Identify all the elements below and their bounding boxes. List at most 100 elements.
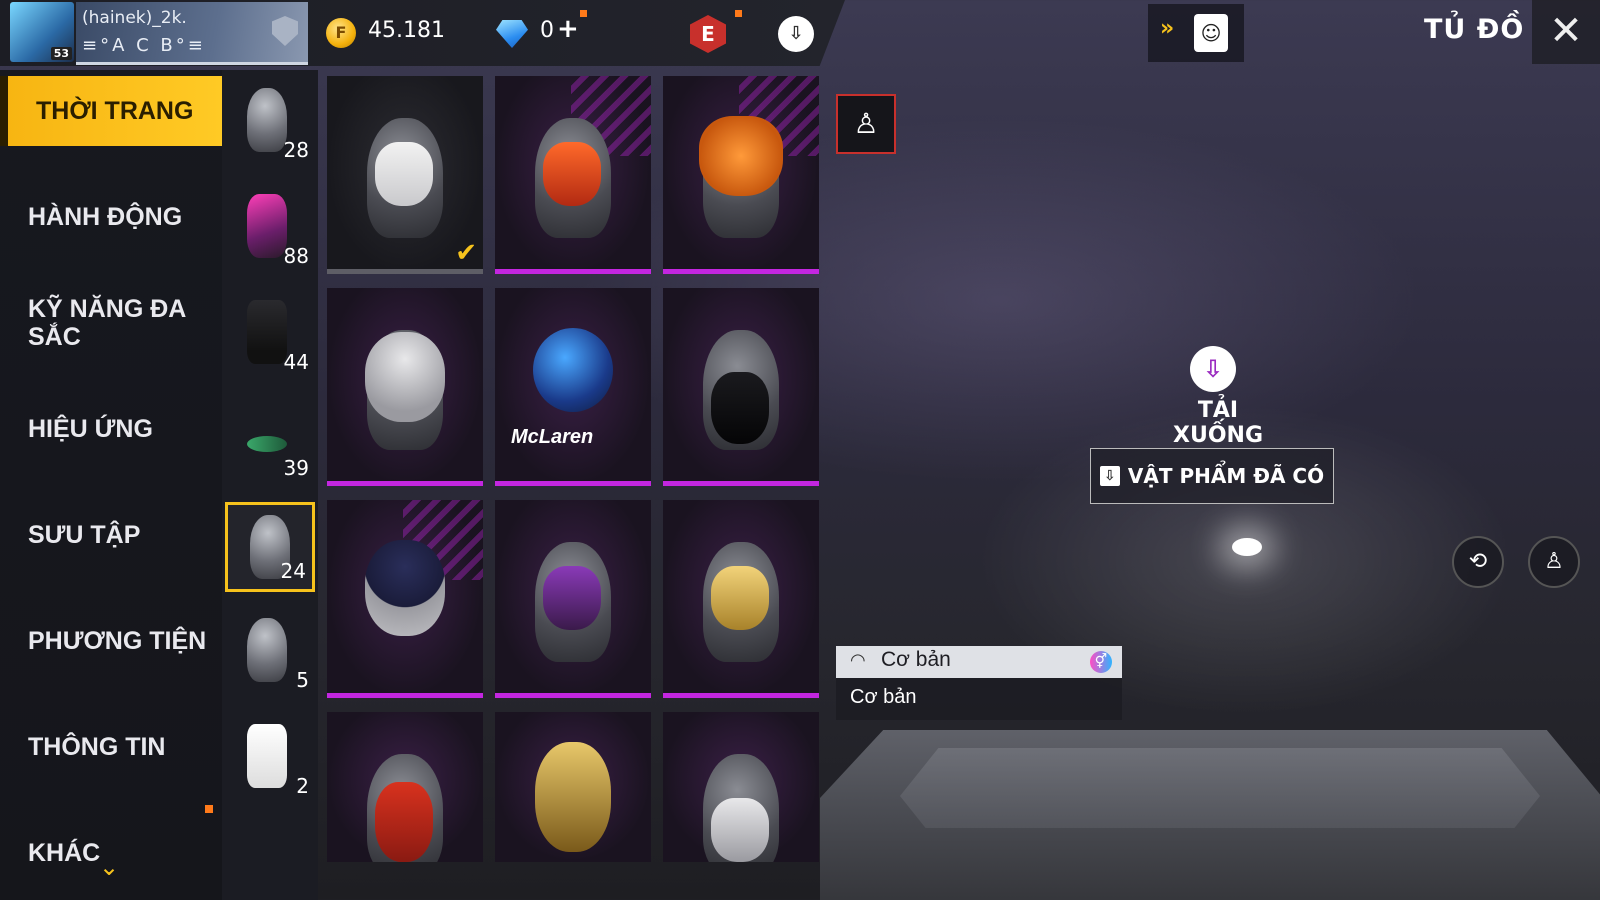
subcategory-top[interactable]: 88 xyxy=(225,184,315,274)
item-card[interactable]: ✔ xyxy=(327,76,483,274)
gender-icon: ⚥ xyxy=(1090,651,1112,673)
category-thoi-trang[interactable]: THỜI TRANG xyxy=(0,76,222,146)
teeth-mask-icon xyxy=(711,372,769,444)
character-view-icon[interactable]: ♙ xyxy=(1528,536,1580,588)
item-card[interactable] xyxy=(327,712,483,862)
diamond-balance: 0 xyxy=(540,18,554,43)
category-ky-nang-da-sac[interactable]: KỸ NĂNG ĐA SẮC xyxy=(0,288,222,358)
brand-logo: McLaren xyxy=(511,426,594,448)
download-box-icon: ⇩ xyxy=(1099,466,1120,486)
item-card[interactable] xyxy=(495,712,651,862)
rarity-bar xyxy=(327,269,483,274)
mannequin-icon[interactable]: ♙ xyxy=(836,94,896,154)
head-thumb-icon xyxy=(247,618,287,682)
luchador-mask-icon xyxy=(535,742,611,852)
rarity-bar xyxy=(663,693,819,698)
demon-mask-icon xyxy=(543,566,601,630)
item-card[interactable] xyxy=(663,76,819,274)
diamond-notification-dot xyxy=(580,10,587,17)
category-label: THỜI TRANG xyxy=(36,97,194,125)
rarity-bar xyxy=(663,269,819,274)
owned-items-label: VẬT PHẨM ĐÃ CÓ xyxy=(1127,464,1325,488)
player-level: 53 xyxy=(50,47,72,60)
category-label: PHƯƠNG TIỆN xyxy=(28,627,207,655)
subcategory-pants[interactable]: 44 xyxy=(225,290,315,380)
category-label: THÔNG TIN xyxy=(28,733,166,761)
category-label: KHÁC xyxy=(28,839,101,867)
category-suu-tap[interactable]: SƯU TẬP xyxy=(0,500,222,570)
player-namecard[interactable]: (hainek)_2k. ≡°A C B°≡ xyxy=(76,2,308,65)
subcategory-head[interactable]: 5 xyxy=(225,608,315,698)
rarity-bar xyxy=(495,269,651,274)
subcategory-count: 24 xyxy=(280,559,306,583)
subcategory-shoes[interactable]: 39 xyxy=(225,396,315,486)
subcategory-outfit[interactable]: 2 xyxy=(225,714,315,804)
equipped-check-icon: ✔ xyxy=(455,238,477,268)
category-hieu-ung[interactable]: HIỆU ỨNG xyxy=(0,394,222,464)
item-card[interactable] xyxy=(663,500,819,698)
category-label: HÀNH ĐỘNG xyxy=(28,203,183,231)
rotate-phone-icon[interactable]: ⟲ xyxy=(1452,536,1504,588)
mask-thumb-icon xyxy=(247,88,287,152)
red-bandana-icon xyxy=(375,782,433,862)
subcategory-count: 44 xyxy=(283,350,309,374)
background-light xyxy=(1232,538,1262,556)
chevron-down-icon[interactable]: ⌄ xyxy=(99,853,119,881)
item-description: Cơ bản xyxy=(850,686,917,708)
subcategory-count: 88 xyxy=(283,244,309,268)
owned-items-button[interactable]: ⇩ VẬT PHẨM ĐÃ CÓ xyxy=(1090,448,1334,504)
rarity-bar xyxy=(495,481,651,486)
pants-thumb-icon xyxy=(247,300,287,364)
category-thong-tin[interactable]: THÔNG TIN xyxy=(0,712,222,782)
item-info-header: ◠ Cơ bản ⚥ xyxy=(836,646,1122,678)
category-hanh-dong[interactable]: HÀNH ĐỘNG xyxy=(0,182,222,252)
category-phuong-tien[interactable]: PHƯƠNG TIỆN xyxy=(0,606,222,676)
double-chevron-icon[interactable]: » xyxy=(1160,16,1174,41)
subcategory-count: 5 xyxy=(296,668,309,692)
add-diamond-button[interactable]: + xyxy=(557,14,579,44)
rarity-bar xyxy=(327,481,483,486)
rank-shield-icon xyxy=(272,16,298,46)
subcategory-face[interactable]: 24 xyxy=(225,502,315,592)
coin-icon: F xyxy=(326,18,356,48)
category-label: SƯU TẬP xyxy=(28,521,141,549)
item-info-panel: ◠ Cơ bản ⚥ Cơ bản xyxy=(836,646,1122,720)
download-label[interactable]: TẢI XUỐNG xyxy=(1158,398,1278,448)
item-card[interactable] xyxy=(663,288,819,486)
item-card[interactable]: McLaren xyxy=(495,288,651,486)
page-title: TỦ ĐỒ xyxy=(1424,14,1525,45)
item-card[interactable] xyxy=(663,712,819,862)
profile-icon[interactable]: ☺ xyxy=(1194,14,1228,52)
player-name: (hainek)_2k. xyxy=(82,8,187,28)
category-notification-dot xyxy=(205,805,213,813)
player-tag: ≡°A C B°≡ xyxy=(82,35,206,56)
cloud-download-icon[interactable]: ⇩ xyxy=(1190,346,1236,392)
rarity-bar xyxy=(327,693,483,698)
display-stage-top xyxy=(900,748,1540,828)
gold-mask-icon xyxy=(711,566,769,630)
item-card[interactable] xyxy=(327,500,483,698)
cloud-download-icon[interactable]: ⇩ xyxy=(778,16,814,52)
mask-type-icon: ◠ xyxy=(850,650,866,671)
subcategory-mask[interactable]: 28 xyxy=(225,78,315,168)
cricket-helmet-icon xyxy=(365,540,445,636)
oni-mask-icon xyxy=(543,142,601,206)
category-label: KỸ NĂNG ĐA SẮC xyxy=(28,295,186,351)
category-label: HIỆU ỨNG xyxy=(28,415,153,443)
pumpkin-mask-icon xyxy=(699,116,783,196)
subcategory-count: 39 xyxy=(283,456,309,480)
avatar[interactable]: 53 xyxy=(10,2,74,62)
item-name: Cơ bản xyxy=(881,648,951,671)
rarity-bar xyxy=(663,481,819,486)
item-card[interactable] xyxy=(327,288,483,486)
white-mask-icon xyxy=(375,142,433,206)
subcategory-count: 2 xyxy=(296,774,309,798)
subcategory-count: 28 xyxy=(283,138,309,162)
item-card[interactable] xyxy=(495,76,651,274)
e-badge-notification-dot xyxy=(735,10,742,17)
close-icon[interactable]: ✕ xyxy=(1532,0,1600,64)
coin-balance: 45.181 xyxy=(368,18,445,43)
rarity-bar xyxy=(495,693,651,698)
item-card[interactable] xyxy=(495,500,651,698)
helmet-icon xyxy=(365,332,445,422)
